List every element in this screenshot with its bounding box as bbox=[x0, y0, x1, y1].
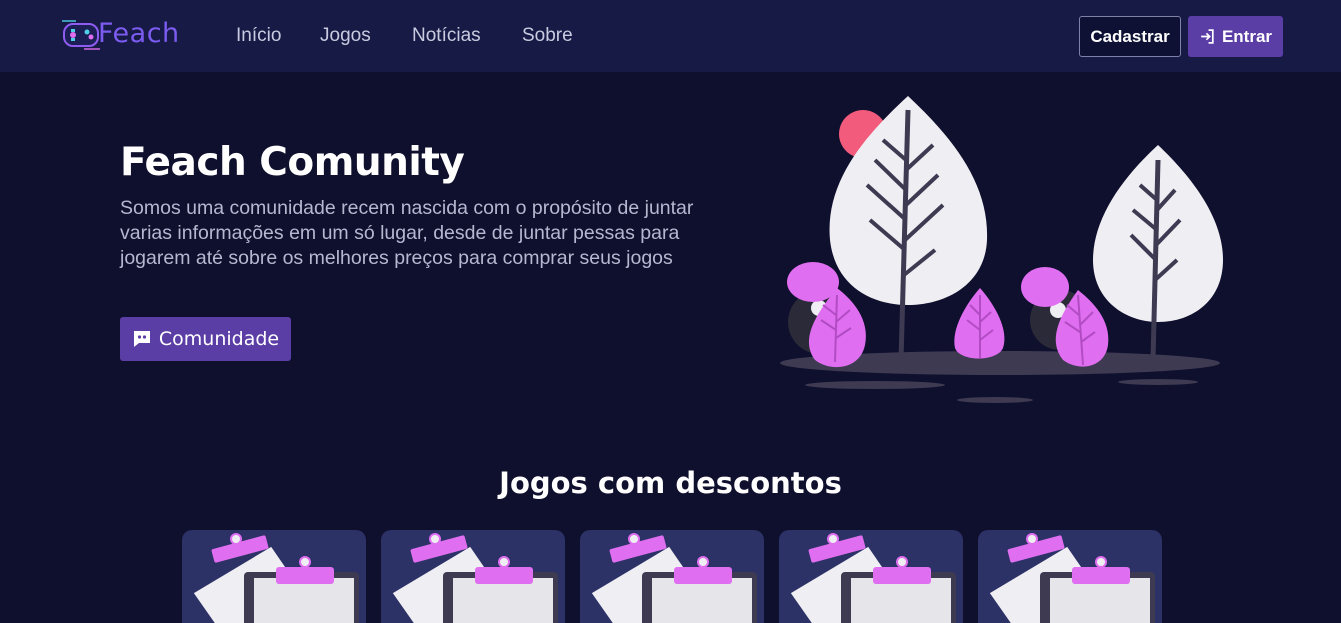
brand-name[interactable]: Feach bbox=[98, 18, 180, 49]
hero-description: Somos uma comunidade recem nascida com o… bbox=[120, 197, 694, 269]
trees-illustration bbox=[780, 96, 1223, 403]
nav-link-inicio[interactable]: Início bbox=[236, 25, 281, 47]
game-card[interactable] bbox=[381, 530, 565, 623]
login-label: Entrar bbox=[1221, 26, 1273, 46]
game-card[interactable] bbox=[779, 530, 963, 623]
signup-button[interactable]: Cadastrar bbox=[1079, 16, 1181, 57]
login-button[interactable]: Entrar bbox=[1188, 16, 1283, 57]
clipboard-illustration bbox=[989, 533, 1155, 623]
gamepad-icon bbox=[62, 20, 100, 50]
nav-link-noticias[interactable]: Notícias bbox=[412, 25, 481, 47]
navbar: Feach Início Jogos Notícias Sobre Cadast… bbox=[0, 0, 1341, 72]
nav-link-sobre[interactable]: Sobre bbox=[522, 25, 573, 47]
clipboard-illustration bbox=[790, 533, 956, 623]
game-card[interactable] bbox=[978, 530, 1162, 623]
clipboard-illustration bbox=[193, 533, 359, 623]
game-card[interactable] bbox=[182, 530, 366, 623]
signup-label: Cadastrar bbox=[1090, 26, 1170, 46]
nav-link-jogos[interactable]: Jogos bbox=[320, 25, 371, 47]
deals-title: Jogos com descontos bbox=[499, 466, 842, 500]
clipboard-illustration bbox=[591, 533, 757, 623]
hero-title: Feach Comunity bbox=[120, 140, 465, 185]
clipboard-illustration bbox=[392, 533, 558, 623]
game-card[interactable] bbox=[580, 530, 764, 623]
community-button[interactable]: Comunidade bbox=[120, 317, 291, 361]
sign-in-icon bbox=[1201, 29, 1214, 44]
discord-icon bbox=[133, 331, 150, 347]
community-label: Comunidade bbox=[158, 328, 280, 350]
